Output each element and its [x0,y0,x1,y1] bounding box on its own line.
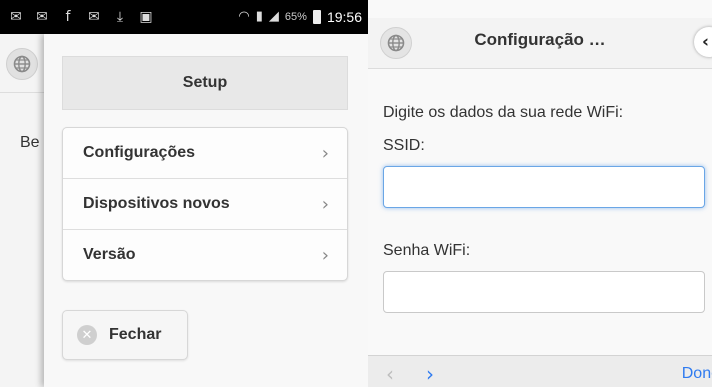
clipboard-icon: ▣ [139,9,153,25]
status-right: ◠ ▮ ◢ 65% 19:56 [238,9,362,25]
password-label: Senha WiFi: [383,242,471,259]
download-icon: ⤓ [116,9,124,25]
chevron-right-icon: › [321,142,329,164]
signal-icon: ◢ [268,9,279,24]
sim-icon: ▮ [255,9,263,24]
menu-item-configuracoes[interactable]: Configurações › [63,128,347,179]
back-button[interactable]: ‹ [694,27,712,57]
ssid-label: SSID: [383,137,425,154]
left-screen: ✉ ✉ f ✉ ⤓ ▣ ◠ ▮ ◢ 65% 19:56 Be Setup Con… [0,0,368,387]
email-icon: ✉ [88,9,100,25]
close-icon: ✕ [77,325,97,345]
wifi-password-input[interactable] [383,271,705,313]
page-title: Configuração … [474,30,606,49]
globe-icon [13,55,31,73]
status-time: 19:56 [326,9,362,25]
background-text: Be [20,134,40,151]
menu-item-dispositivos-novos[interactable]: Dispositivos novos › [63,179,347,230]
panel-title: Setup [62,56,348,110]
form-instructions: Digite os dados da sua rede WiFi: [383,104,624,121]
close-button-label: Fechar [109,326,162,343]
chevron-left-icon: ‹ [702,32,710,52]
setup-menu: Configurações › Dispositivos novos › Ver… [62,127,348,281]
header-bar: Configuração … ‹ [368,18,712,69]
globe-button[interactable] [6,48,38,80]
status-bar: ✉ ✉ f ✉ ⤓ ▣ ◠ ▮ ◢ 65% 19:56 [0,0,368,34]
battery-percent: 65% [284,11,307,23]
wifi-icon: ◠ [238,9,250,24]
menu-item-versao[interactable]: Versão › [63,230,347,280]
battery-icon [312,10,321,24]
setup-panel: Setup Configurações › Dispositivos novos… [44,34,368,387]
chevron-right-icon: › [321,244,329,266]
chevron-right-icon: › [321,193,329,215]
done-button[interactable]: Done [682,365,712,383]
facebook-icon: f [65,9,71,25]
sms-icon: ✉ [10,9,22,25]
menu-item-label: Versão [83,246,136,263]
ssid-input[interactable] [383,166,705,208]
previous-field-icon[interactable]: ‹ [386,362,394,386]
close-button[interactable]: ✕ Fechar [62,310,188,360]
sms-icon: ✉ [36,9,48,25]
right-screen: Configuração … ‹ Digite os dados da sua … [368,0,712,387]
menu-item-label: Configurações [83,144,196,161]
next-field-icon[interactable]: › [426,362,434,386]
notification-icons: ✉ ✉ f ✉ ⤓ ▣ [8,9,154,25]
wifi-form: Digite os dados da sua rede WiFi: SSID: … [383,104,705,313]
keyboard-toolbar: ‹ › Done [368,355,712,387]
menu-item-label: Dispositivos novos [83,195,230,212]
